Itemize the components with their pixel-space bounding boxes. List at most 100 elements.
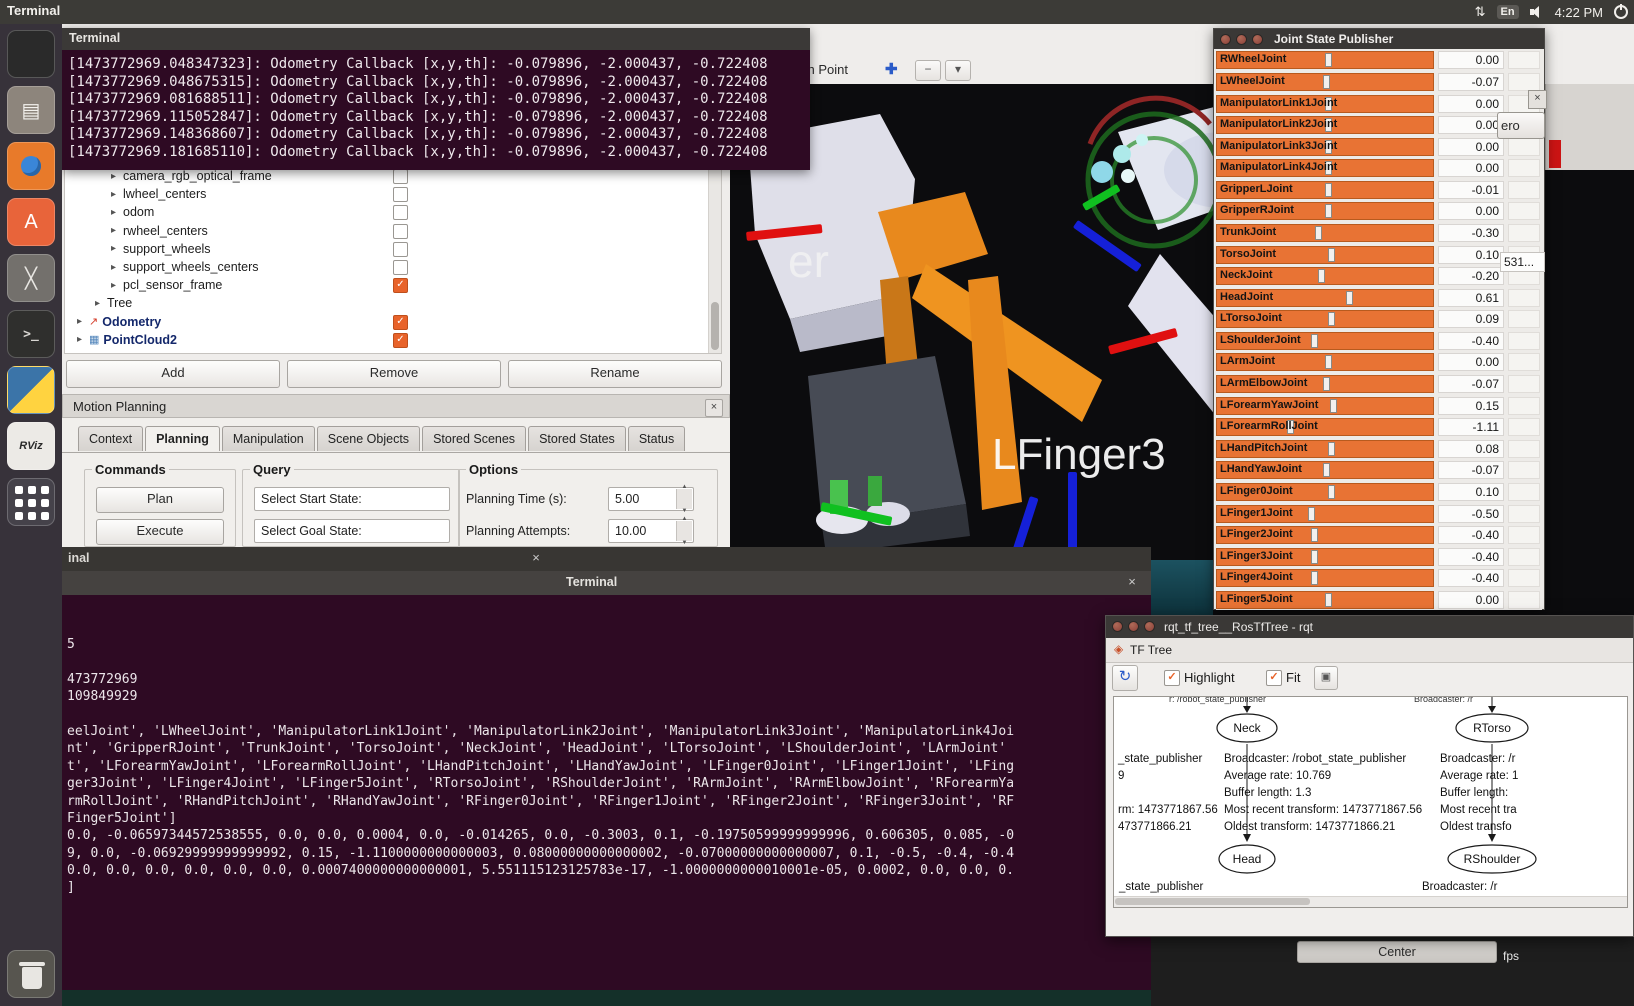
minimize-button[interactable]	[1128, 621, 1139, 632]
add-tool-icon[interactable]: ✚	[885, 60, 898, 78]
jsp-slider-handle[interactable]	[1311, 334, 1318, 348]
motion-planning-tab[interactable]: Manipulation	[222, 426, 315, 451]
horizontal-scrollbar-thumb[interactable]	[1115, 898, 1310, 905]
terminal-output[interactable]: [1473772969.048347323]: Odometry Callbac…	[62, 50, 810, 170]
tree-row[interactable]: ▸ ↗ ▦ odom ✓	[65, 203, 709, 221]
jsp-joint-value[interactable]: 0.61	[1438, 289, 1504, 307]
jsp-slider-handle[interactable]	[1325, 593, 1332, 607]
jsp-joint-value[interactable]: 0.09	[1438, 310, 1504, 328]
select-start-state-combo[interactable]: Select Start State:	[254, 487, 450, 511]
motion-planning-tab[interactable]: Stored States	[528, 426, 626, 451]
terminal-window-bottom[interactable]: 5 473772969 109849929 eelJoint', 'LWheel…	[62, 595, 1151, 990]
tree-row[interactable]: ▸ ↗ ▦ Odometry ✓	[65, 313, 709, 331]
jsp-slider-handle[interactable]	[1323, 463, 1330, 477]
jsp-joint-value[interactable]: 0.00	[1438, 591, 1504, 609]
jsp-joint-value[interactable]: 0.00	[1438, 95, 1504, 113]
highlight-checkbox[interactable]: ✓	[1164, 670, 1180, 686]
minimize-button[interactable]	[1236, 34, 1247, 45]
jsp-slider-handle[interactable]	[1325, 183, 1332, 197]
maximize-button[interactable]	[1144, 621, 1155, 632]
launcher-icon[interactable]: ╳	[7, 254, 55, 302]
jsp-slider-handle[interactable]	[1325, 53, 1332, 67]
tree-row[interactable]: ▸ ↗ ▦ pcl_sensor_frame ✓	[65, 276, 709, 294]
close-button[interactable]	[1220, 34, 1231, 45]
jsp-slider-handle[interactable]	[1330, 399, 1337, 413]
expand-arrow-icon[interactable]: ▸	[77, 334, 89, 345]
spinner-arrows[interactable]: ▲▼	[676, 521, 692, 541]
motion-planning-tab[interactable]: Planning	[145, 426, 220, 451]
tree-row[interactable]: ▸ ↗ ▦ support_wheels ✓	[65, 240, 709, 258]
expand-arrow-icon[interactable]: ▸	[111, 243, 123, 254]
expand-arrow-icon[interactable]: ▸	[111, 207, 123, 218]
jsp-joint-value[interactable]: 0.15	[1438, 397, 1504, 415]
spinner-arrows[interactable]: ▲▼	[676, 489, 692, 509]
toolbar-dropdown-button[interactable]: ▾	[945, 60, 971, 81]
jsp-joint-value[interactable]: -0.40	[1438, 548, 1504, 566]
tree-scrollbar-thumb[interactable]	[711, 302, 719, 350]
add-display-button[interactable]: Add	[66, 360, 280, 388]
launcher-icon[interactable]	[7, 366, 55, 414]
jsp-joint-value[interactable]: -0.40	[1438, 526, 1504, 544]
jsp-titlebar[interactable]: Joint State Publisher	[1214, 29, 1544, 49]
close-panel-button[interactable]: ×	[705, 399, 723, 417]
expand-arrow-icon[interactable]: ▸	[111, 262, 123, 273]
plan-button[interactable]: Plan	[96, 487, 224, 513]
jsp-joint-value[interactable]: -0.40	[1438, 569, 1504, 587]
jsp-joint-value[interactable]: 0.00	[1438, 116, 1504, 134]
close-panel-fragment[interactable]: ×	[1528, 90, 1547, 109]
tree-row[interactable]: ▸ ↗ ▦ Tree ✓	[65, 294, 709, 312]
jsp-joint-value[interactable]: 0.00	[1438, 138, 1504, 156]
fit-checkbox[interactable]: ✓	[1266, 670, 1282, 686]
jsp-slider-handle[interactable]	[1323, 75, 1330, 89]
launcher-icon[interactable]: >_	[7, 310, 55, 358]
tf-tree-tab[interactable]: ◈ TF Tree	[1106, 638, 1633, 663]
display-checkbox[interactable]: ✓	[393, 169, 408, 184]
jsp-joint-value[interactable]: -0.50	[1438, 505, 1504, 523]
motion-planning-tab[interactable]: Scene Objects	[317, 426, 420, 451]
network-icon[interactable]: ⇅	[1475, 4, 1486, 20]
zero-button-fragment[interactable]: ero	[1497, 112, 1545, 139]
display-checkbox[interactable]: ✓	[393, 224, 408, 239]
launcher-icon[interactable]: RViz	[7, 422, 55, 470]
expand-arrow-icon[interactable]: ▸	[95, 298, 107, 309]
launcher-icon[interactable]	[7, 478, 55, 526]
jsp-slider-handle[interactable]	[1311, 571, 1318, 585]
expand-arrow-icon[interactable]: ▸	[111, 280, 123, 291]
jsp-joint-value[interactable]: -0.01	[1438, 181, 1504, 199]
display-checkbox[interactable]: ✓	[393, 333, 408, 348]
launcher-icon[interactable]	[7, 950, 55, 998]
jsp-slider-handle[interactable]	[1315, 226, 1322, 240]
jsp-joint-value[interactable]: 0.10	[1438, 483, 1504, 501]
display-checkbox[interactable]: ✓	[393, 242, 408, 257]
clock[interactable]: 4:22 PM	[1555, 5, 1603, 20]
jsp-slider-handle[interactable]	[1325, 355, 1332, 369]
terminal3-titlebar[interactable]: Terminal ×	[62, 571, 1151, 595]
tree-row[interactable]: ▸ ↗ ▦ PointCloud2 ✓	[65, 331, 709, 349]
motion-planning-tab[interactable]: Status	[628, 426, 685, 451]
horizontal-scrollbar[interactable]	[1114, 896, 1627, 907]
jsp-joint-value[interactable]: 0.00	[1438, 51, 1504, 69]
jsp-joint-value[interactable]: 0.08	[1438, 440, 1504, 458]
close-icon[interactable]: ×	[528, 550, 544, 566]
jsp-joint-value[interactable]: -0.30	[1438, 224, 1504, 242]
display-checkbox[interactable]: ✓	[393, 187, 408, 202]
jsp-joint-value[interactable]: -1.11	[1438, 418, 1504, 436]
power-icon[interactable]	[1614, 5, 1628, 19]
display-checkbox[interactable]: ✓	[393, 205, 408, 220]
zoom-out-button[interactable]: −	[915, 60, 941, 81]
tf-graph-canvas[interactable]: r: /robot_state_publisher Broadcaster: /…	[1113, 696, 1628, 908]
terminal-titlebar[interactable]: Terminal	[62, 28, 810, 50]
close-icon[interactable]: ×	[1124, 574, 1140, 590]
select-goal-state-combo[interactable]: Select Goal State:	[254, 519, 450, 543]
terminal2-titlebar[interactable]: inal ×	[62, 547, 1151, 571]
display-checkbox[interactable]: ✓	[393, 278, 408, 293]
jsp-joint-value[interactable]: -0.20	[1438, 267, 1504, 285]
execute-button[interactable]: Execute	[96, 519, 224, 545]
jsp-slider-handle[interactable]	[1323, 377, 1330, 391]
jsp-slider-handle[interactable]	[1328, 312, 1335, 326]
jsp-joint-value[interactable]: -0.07	[1438, 461, 1504, 479]
jsp-slider-handle[interactable]	[1328, 248, 1335, 262]
jsp-joint-value[interactable]: -0.07	[1438, 375, 1504, 393]
keyboard-layout-indicator[interactable]: En	[1497, 5, 1519, 19]
motion-planning-tab[interactable]: Context	[78, 426, 143, 451]
